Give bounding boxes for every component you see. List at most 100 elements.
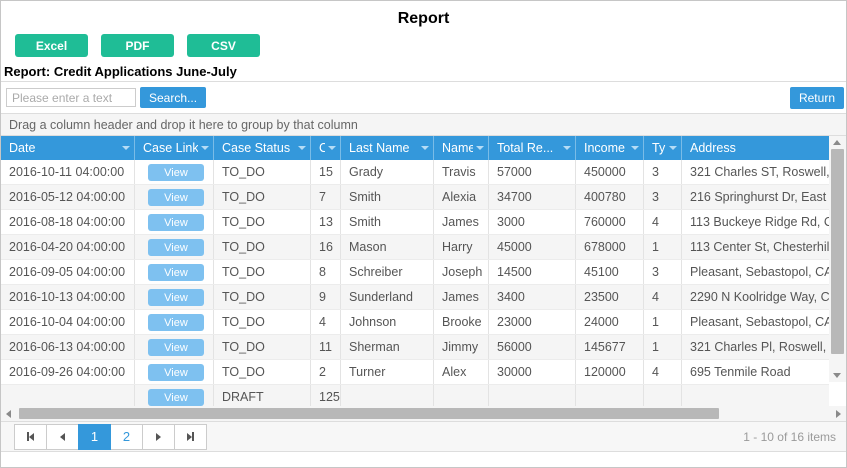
chevron-down-icon[interactable] [421, 146, 429, 150]
first-page-button[interactable] [14, 424, 47, 450]
cell-type: 4 [644, 360, 682, 384]
cell-case_status: TO_DO [214, 285, 311, 309]
cell-case_link: View [135, 360, 214, 384]
report-page: Report Excel PDF CSV Report: Credit Appl… [0, 0, 847, 468]
cell-c: 9 [311, 285, 341, 309]
cell-case_link: View [135, 160, 214, 184]
export-csv-button[interactable]: CSV [187, 34, 260, 57]
cell-type: 1 [644, 235, 682, 259]
cell-total_requested: 45000 [489, 235, 576, 259]
chevron-down-icon[interactable] [669, 146, 677, 150]
scroll-left-icon[interactable] [6, 410, 11, 418]
column-header-last_name[interactable]: Last Name [341, 136, 434, 160]
vertical-scrollbar[interactable] [829, 136, 846, 382]
cell-type: 3 [644, 260, 682, 284]
column-header-c[interactable]: C... [311, 136, 341, 160]
cell-type: 3 [644, 185, 682, 209]
page-2-button[interactable]: 2 [110, 424, 143, 450]
view-case-button[interactable]: View [148, 389, 204, 406]
column-header-income[interactable]: Income [576, 136, 644, 160]
view-case-button[interactable]: View [148, 239, 204, 256]
search-button[interactable]: Search... [140, 87, 206, 108]
view-case-button[interactable]: View [148, 364, 204, 381]
horizontal-scrollbar-thumb[interactable] [19, 408, 719, 419]
cell-total_requested: 34700 [489, 185, 576, 209]
cell-name: Alexia [434, 185, 489, 209]
next-page-button[interactable] [142, 424, 175, 450]
vertical-scrollbar-thumb[interactable] [831, 149, 844, 354]
chevron-down-icon[interactable] [201, 146, 209, 150]
column-header-address[interactable]: Address [682, 136, 829, 160]
return-button[interactable]: Return [790, 87, 844, 109]
grid-content: DateCase LinkCase StatusC...Last NameNam… [1, 136, 829, 406]
chevron-down-icon[interactable] [298, 146, 306, 150]
cell-name: Harry [434, 235, 489, 259]
previous-page-button[interactable] [46, 424, 79, 450]
cell-case_status: TO_DO [214, 360, 311, 384]
cell-last_name: Smith [341, 210, 434, 234]
cell-type: 4 [644, 210, 682, 234]
chevron-down-icon[interactable] [328, 146, 336, 150]
cell-case_status: TO_DO [214, 210, 311, 234]
view-case-button[interactable]: View [148, 289, 204, 306]
table-row: 2016-08-18 04:00:00ViewTO_DO13SmithJames… [1, 210, 829, 235]
view-case-button[interactable]: View [148, 339, 204, 356]
scroll-down-icon[interactable] [833, 373, 841, 378]
cell-total_requested: 3000 [489, 210, 576, 234]
cell-date: 2016-04-20 04:00:00 [1, 235, 135, 259]
view-case-button[interactable]: View [148, 314, 204, 331]
cell-total_requested: 56000 [489, 335, 576, 359]
cell-case_status: TO_DO [214, 310, 311, 334]
cell-type: 3 [644, 160, 682, 184]
grid-grouping-bar[interactable]: Drag a column header and drop it here to… [1, 114, 846, 136]
chevron-down-icon[interactable] [122, 146, 130, 150]
column-header-total_requested[interactable]: Total Re... [489, 136, 576, 160]
grid-pager: 1 2 1 - 10 of 16 items [1, 421, 846, 451]
page-1-button[interactable]: 1 [78, 424, 111, 450]
cell-case_status: TO_DO [214, 260, 311, 284]
table-row: 2016-09-05 04:00:00ViewTO_DO8SchreiberJo… [1, 260, 829, 285]
column-header-name[interactable]: Name [434, 136, 489, 160]
column-header-case_status[interactable]: Case Status [214, 136, 311, 160]
table-row: 2016-05-12 04:00:00ViewTO_DO7SmithAlexia… [1, 185, 829, 210]
column-header-date[interactable]: Date [1, 136, 135, 160]
search-input[interactable] [6, 88, 136, 107]
cell-address: 2290 N Koolridge Way, Chino [682, 285, 829, 309]
export-pdf-button[interactable]: PDF [101, 34, 174, 57]
cell-case_status: TO_DO [214, 235, 311, 259]
cell-case_status: TO_DO [214, 335, 311, 359]
cell-total_requested: 57000 [489, 160, 576, 184]
column-header-label: Income [584, 141, 628, 155]
pager-info: 1 - 10 of 16 items [743, 430, 836, 444]
horizontal-scrollbar[interactable] [1, 406, 846, 421]
cell-case_status: DRAFT [214, 385, 311, 406]
chevron-down-icon[interactable] [476, 146, 484, 150]
export-excel-button[interactable]: Excel [15, 34, 88, 57]
pager-button-group: 1 2 [14, 424, 207, 450]
grid-header-row: DateCase LinkCase StatusC...Last NameNam… [1, 136, 829, 160]
cell-date: 2016-05-12 04:00:00 [1, 185, 135, 209]
column-header-type[interactable]: Typ [644, 136, 682, 160]
cell-type [644, 385, 682, 406]
column-header-case_link[interactable]: Case Link [135, 136, 214, 160]
scroll-right-icon[interactable] [836, 410, 841, 418]
cell-case_link: View [135, 385, 214, 406]
table-row: 2016-06-13 04:00:00ViewTO_DO11ShermanJim… [1, 335, 829, 360]
cell-c: 4 [311, 310, 341, 334]
column-header-label: Typ [652, 141, 666, 155]
cell-income [576, 385, 644, 406]
cell-address: 695 Tenmile Road [682, 360, 829, 384]
cell-income: 678000 [576, 235, 644, 259]
last-page-button[interactable] [174, 424, 207, 450]
cell-date: 2016-09-26 04:00:00 [1, 360, 135, 384]
view-case-button[interactable]: View [148, 214, 204, 231]
chevron-down-icon[interactable] [563, 146, 571, 150]
cell-last_name: Turner [341, 360, 434, 384]
view-case-button[interactable]: View [148, 264, 204, 281]
next-page-icon [156, 433, 161, 441]
cell-case_status: TO_DO [214, 160, 311, 184]
chevron-down-icon[interactable] [631, 146, 639, 150]
view-case-button[interactable]: View [148, 164, 204, 181]
view-case-button[interactable]: View [148, 189, 204, 206]
scroll-up-icon[interactable] [833, 140, 841, 145]
